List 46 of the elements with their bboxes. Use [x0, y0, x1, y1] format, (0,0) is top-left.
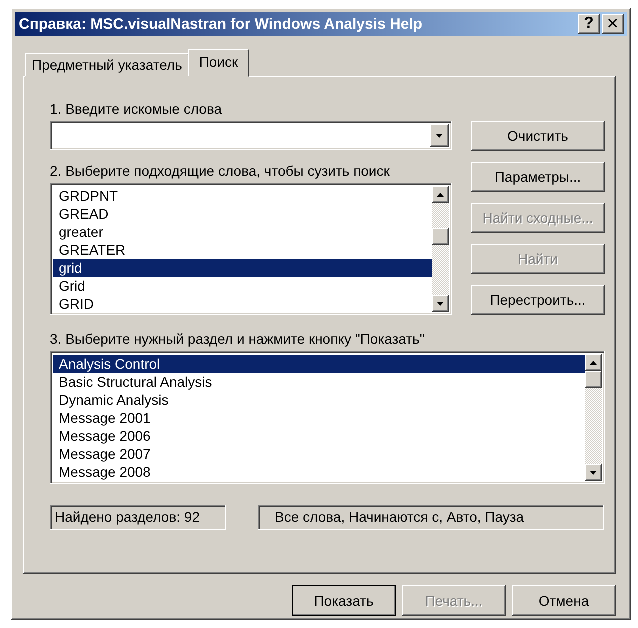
action-button[interactable]: Очистить [471, 121, 605, 151]
scroll-down-button[interactable] [585, 464, 602, 481]
scroll-thumb[interactable] [432, 228, 449, 245]
tab[interactable]: Поиск [188, 49, 250, 77]
action-button[interactable]: Перестроить... [471, 285, 605, 315]
dropdown-button[interactable] [430, 124, 449, 147]
list-item[interactable]: Analysis Control [53, 355, 585, 373]
list-item[interactable]: GREATER [53, 241, 432, 259]
list-item[interactable]: GRDPNT [53, 187, 432, 205]
dialog-button[interactable]: Показать [292, 585, 396, 616]
caret-icon [436, 134, 443, 138]
status-field: Все слова, Начинаются с, Авто, Пауза [258, 505, 604, 530]
list-item[interactable]: Message 2001 [53, 409, 585, 427]
field-label: 1. Введите искомые слова [50, 101, 224, 119]
field-label: 2. Выберите подходящие слова, чтобы сузить поиск [50, 163, 391, 181]
status-field: Найдено разделов: 92 [50, 505, 226, 530]
scrollbar[interactable] [585, 354, 602, 481]
field-label: 3. Выберите нужный раздел и нажмите кнопку "Показать" [50, 331, 426, 349]
list-box[interactable]: GRDPNT GREAD greater GREATER grid Grid GRID [50, 183, 452, 315]
tab[interactable]: Предметный указатель [25, 53, 190, 77]
window-title: Справка: MSC.visualNastran for Windows Analysis Help [19, 16, 424, 32]
arrow-icon [590, 360, 597, 364]
arrow-icon [437, 192, 444, 196]
dialog-button[interactable]: Отмена [512, 585, 616, 616]
list-item[interactable]: Message 2007 [53, 445, 585, 463]
scroll-up-button[interactable] [432, 186, 449, 203]
list-item[interactable]: Basic Structural Analysis [53, 373, 585, 391]
list-item[interactable]: Dynamic Analysis [53, 391, 585, 409]
list-box[interactable]: Analysis Control Basic Structural Analysis Dynamic Analysis Message 2001 Message 2006 Message 2007 Message 2008 [50, 351, 605, 484]
help-button[interactable]: ? [578, 14, 600, 34]
list-item[interactable]: Grid [53, 277, 432, 295]
list-item[interactable]: GREAD [53, 205, 432, 223]
list-item[interactable]: Message 2008 [53, 463, 585, 481]
search-combo-box[interactable] [50, 121, 452, 150]
scrollbar[interactable] [432, 186, 449, 312]
arrow-icon [590, 470, 597, 474]
scroll-up-button[interactable] [585, 354, 602, 371]
list-item[interactable]: GRID [53, 295, 432, 312]
list-item[interactable]: grid [53, 259, 432, 277]
arrow-icon [437, 302, 444, 306]
scroll-thumb[interactable] [585, 371, 602, 388]
list-item[interactable]: greater [53, 223, 432, 241]
list-item[interactable]: Message 2006 [53, 427, 585, 445]
close-button[interactable]: × [602, 14, 624, 34]
action-button[interactable]: Параметры... [471, 162, 605, 192]
scroll-down-button[interactable] [432, 295, 449, 312]
